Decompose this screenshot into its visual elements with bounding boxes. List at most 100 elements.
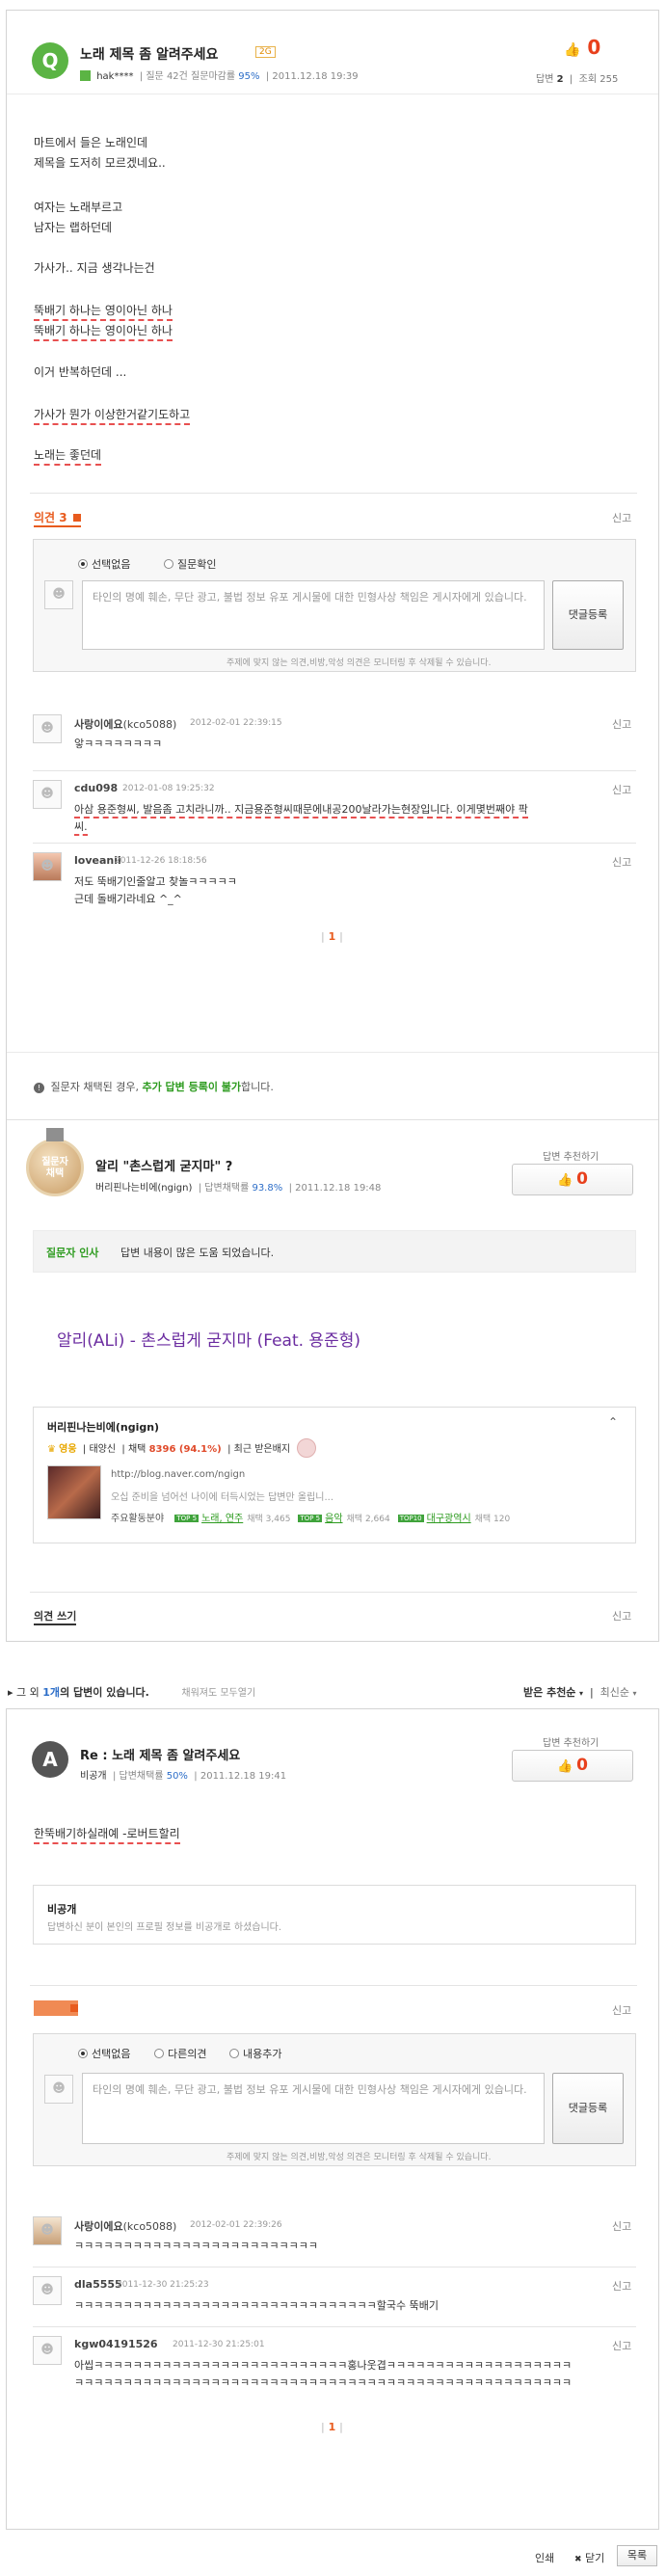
commenter-name[interactable]: cdu098: [74, 782, 118, 794]
commenter-name[interactable]: kgw04191526: [74, 2338, 158, 2350]
answer1-report-link[interactable]: 신고: [612, 1608, 631, 1623]
register-comment-button[interactable]: 댓글등록: [552, 580, 624, 650]
close-link[interactable]: ✖ 닫기: [574, 2550, 604, 2565]
grade-name: 태양신: [89, 1444, 117, 1455]
commenter-avatar[interactable]: ☻: [33, 780, 62, 809]
collapse-icon[interactable]: ⌃: [608, 1415, 618, 1429]
commenter-avatar[interactable]: ☻: [33, 2276, 62, 2305]
answer2-meta: 비공개 | 답변채택률 50% | 2011.12.18 19:41: [80, 1771, 287, 1782]
answer2-date: 2011.12.18 19:41: [200, 1771, 287, 1782]
close-rate: 95%: [238, 71, 260, 82]
profile-greeting: 오십 준비을 넘어선 나이에 터득시었는 답변만 올립니...: [111, 1492, 334, 1503]
comment-text: 아씹ㅋㅋㅋㅋㅋㅋㅋㅋㅋㅋㅋㅋㅋㅋㅋㅋㅋㅋㅋㅋㅋㅋㅋㅋㅋㅋ홍나웃겹ㅋㅋㅋㅋㅋㅋㅋㅋ…: [74, 2359, 573, 2372]
notice-divider: [7, 1052, 658, 1053]
question-body-text: 남자는 랩하던데: [34, 221, 113, 234]
radio-add[interactable]: 내용추가: [229, 2046, 281, 2061]
answer2-report-link[interactable]: 신고: [612, 2002, 631, 2018]
report-link[interactable]: 신고: [612, 510, 631, 525]
comment-report-link[interactable]: 신고: [612, 2278, 631, 2294]
radio-dot: [229, 2049, 239, 2058]
user-level-icon: [80, 70, 91, 81]
thumbs-up-icon: 👍: [564, 42, 581, 58]
comments-count: 의견 3: [34, 511, 67, 524]
comments-divider: [30, 493, 637, 494]
question-body-text: 노래는 좋던데: [34, 448, 102, 466]
comment-text: 앟ㅋㅋㅋㅋㅋㅋㅋㅋ: [74, 738, 163, 750]
question-score[interactable]: 👍 0: [564, 36, 600, 59]
answer2-pager: | 1 |: [321, 2421, 343, 2433]
question-body-line: 남자는 랩하던데: [34, 219, 112, 235]
others-count: 1개: [42, 1686, 61, 1699]
answer2-comments-label[interactable]: 의견 3: [34, 2000, 78, 2016]
comment-report-link[interactable]: 신고: [612, 854, 631, 870]
radio-confirm[interactable]: 질문확인: [164, 556, 216, 572]
commenter-avatar[interactable]: ☻: [33, 2336, 62, 2365]
profile-grade: ♛ 영웅 | 태양신 | 채택 8396 (94.1%) | 최근 받은배지: [47, 1438, 317, 1458]
radio-dot: [78, 2049, 88, 2058]
question-meta-label: 질문 42건 질문마감률: [146, 71, 236, 82]
answer1-footer-divider: [30, 1592, 637, 1593]
other-answers-bar: ▸ 그 외 1개의 답변이 있습니다. 채워져도 모두열기: [8, 1684, 255, 1700]
answer2-comment-textarea[interactable]: 타인의 명예 훼손, 무단 광고, 불법 정보 유포 게시물에 대한 민형사상 …: [82, 2073, 545, 2144]
answer1-author[interactable]: 버리핀나는비에(ngign): [95, 1183, 192, 1194]
comment-textarea[interactable]: 타인의 명예 훼손, 무단 광고, 불법 정보 유포 게시물에 대한 민형사상 …: [82, 580, 545, 650]
sort-recommend[interactable]: 받은 추천순: [523, 1686, 575, 1699]
answer1-recommend-button[interactable]: 👍 0: [512, 1164, 633, 1195]
comment-note: 주제에 맞지 않는 의견,비방,악성 의견은 모니터링 후 삭제될 수 있습니다…: [226, 658, 492, 668]
commenter-nickname: dla5555: [74, 2278, 122, 2291]
profile-photo: [47, 1465, 101, 1519]
commenter-name[interactable]: 사랑이에요(kco5088): [74, 716, 176, 732]
answer2-register-button[interactable]: 댓글등록: [552, 2073, 624, 2144]
field-name-link[interactable]: 음악: [325, 1514, 342, 1524]
list-button[interactable]: 목록: [617, 2545, 657, 2566]
radio-label: 내용추가: [243, 2048, 282, 2060]
profile-name[interactable]: 버리핀나는비에(ngign): [47, 1419, 159, 1435]
thanks-label: 질문자 인사: [46, 1247, 99, 1259]
comment-text-cont: 씨.: [74, 818, 88, 836]
radio-dot: [154, 2049, 164, 2058]
medal-text: 질문자 채택: [41, 1157, 68, 1179]
views-label: 조회: [578, 74, 598, 85]
radio-none[interactable]: 선택없음: [78, 2046, 130, 2061]
answer2-author: 비공개: [80, 1771, 107, 1782]
question-author[interactable]: hak****: [96, 71, 133, 82]
commenter-name[interactable]: dla5555: [74, 2278, 122, 2291]
print-link[interactable]: 인쇄: [535, 2550, 554, 2565]
answer1-rate: 93.8%: [252, 1183, 283, 1194]
answer2-recommend-button[interactable]: 👍 0: [512, 1750, 633, 1782]
comment-text: ㅋㅋㅋㅋㅋㅋㅋㅋㅋㅋㅋㅋㅋㅋㅋㅋㅋㅋㅋㅋㅋㅋㅋㅋㅋㅋㅋㅋㅋㅋㅋ할국수 뚝배기: [74, 2299, 439, 2312]
others-prefix: 그 외: [16, 1686, 40, 1699]
commenter-name[interactable]: 사랑이에요(kco5088): [74, 2218, 176, 2234]
field-name-link[interactable]: 대구광역시: [427, 1514, 471, 1524]
level-tag: 2G: [255, 46, 276, 58]
comment-date: 2012-02-01 22:39:15: [190, 718, 282, 728]
answer-badge: A: [32, 1741, 68, 1778]
question-title: 노래 제목 좀 알려주세요: [80, 47, 219, 63]
comment-report-link[interactable]: 신고: [612, 716, 631, 732]
radio-label: 선택없음: [92, 2048, 131, 2060]
view-all-link[interactable]: 채워져도 모두열기: [181, 1688, 255, 1699]
profile-url[interactable]: http://blog.naver.com/ngign: [111, 1469, 245, 1480]
radio-none[interactable]: 선택없음: [78, 556, 130, 572]
page-number[interactable]: 1: [329, 930, 336, 943]
field-stat: 채택 3,465: [247, 1515, 291, 1524]
commenter-avatar[interactable]: ☻: [33, 714, 62, 743]
commenter-avatar[interactable]: ☻: [33, 852, 62, 881]
question-body-text: 여자는 노래부르고: [34, 201, 123, 214]
answer1-score: 0: [576, 1169, 589, 1189]
private-text: 답변하신 분이 본인의 프로필 정보를 비공개로 하셨습니다.: [47, 1922, 282, 1933]
opinion-write-link[interactable]: 의견 쓰기: [34, 1608, 77, 1625]
comment-report-link[interactable]: 신고: [612, 782, 631, 797]
field-name-link[interactable]: 노래, 연주: [201, 1514, 243, 1524]
comment-report-link[interactable]: 신고: [612, 2338, 631, 2353]
sort-recent[interactable]: 최신순: [600, 1686, 629, 1699]
thanks-text: 답변 내용이 많은 도움 되었습니다.: [120, 1247, 275, 1259]
radio-other[interactable]: 다른의견: [154, 2046, 206, 2061]
question-pager: | 1 |: [321, 930, 343, 943]
commenter-avatar[interactable]: ☻: [33, 2216, 62, 2245]
page-number[interactable]: 1: [329, 2421, 336, 2433]
commenter-id: (kco5088): [122, 2220, 177, 2233]
question-comments-label[interactable]: 의견 3: [34, 509, 81, 527]
comment-report-link[interactable]: 신고: [612, 2218, 631, 2234]
question-body-text: 제목을 도저히 모르겠네요..: [34, 156, 166, 170]
